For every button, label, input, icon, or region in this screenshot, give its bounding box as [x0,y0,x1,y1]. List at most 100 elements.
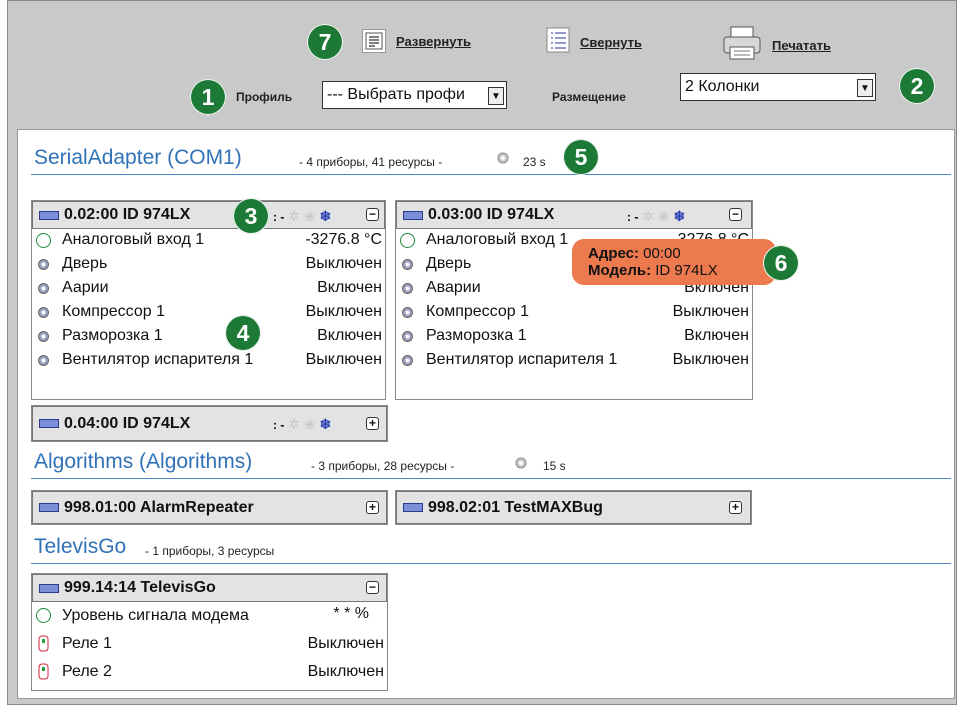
expand-button[interactable]: + [366,501,379,514]
resource-row[interactable]: Уровень сигнала модема * * % [32,602,387,630]
gear-icon [400,353,415,368]
fan-icon: ❀ [303,416,316,432]
sun-icon: ✲ [642,208,654,224]
resource-row[interactable]: Компрессор 1 Выключен [396,301,752,325]
device-card: 998.02:01 TestMAXBug + [395,490,752,525]
section-meta: - 1 приборы, 3 ресурсы [145,544,275,558]
resource-value: Включен [684,327,749,344]
resource-row[interactable]: Разморозка 1 Включен [32,325,385,349]
expand-action[interactable]: Развернуть [362,29,471,53]
print-link[interactable]: Печатать [772,38,831,53]
resource-name: Аварии [426,279,481,296]
device-icon [403,503,423,512]
resource-name: Разморозка 1 [426,327,527,344]
gear-icon [513,455,529,476]
device-card-header[interactable]: 0.04:00 ID 974LX : - ✲ ❀ ❄ + [32,406,387,441]
section-title[interactable]: Algorithms (Algorithms) [34,450,252,474]
app-frame: 7 Развернуть Свернуть Печатать 1 Профиль… [7,0,957,705]
gear-icon [36,329,51,344]
device-card-header[interactable]: 998.02:01 TestMAXBug + [396,491,751,524]
gear-icon [36,305,51,320]
device-name: 999.14:14 TelevisGo [64,579,216,596]
resource-row[interactable]: Разморозка 1 Включен [396,325,752,349]
device-card-header[interactable]: 0.03:00 ID 974LX : - ✲ ❀ ❄ − [396,201,752,229]
chevron-down-icon: ▼ [488,87,504,105]
resource-name: Аарии [62,279,109,296]
chevron-down-icon: ▼ [857,79,873,97]
snowflake-icon: ❄ [319,416,332,432]
print-action[interactable]: Печатать [722,25,831,66]
collapse-button[interactable]: − [366,581,379,594]
resource-row[interactable]: Вентилятор испарителя 1 Выключен [32,349,385,373]
resource-row[interactable]: Реле 2 Выключен [32,658,387,686]
fan-icon: ❀ [303,208,316,224]
collapse-button[interactable]: − [366,208,379,221]
sun-icon: ✲ [288,208,300,224]
layout-select[interactable]: 2 Колонки ▼ [680,73,876,101]
callout-badge-1: 1 [190,79,226,115]
relay-icon [36,663,51,680]
resource-name: Аналоговый вход 1 [426,231,569,248]
resource-value: Выключен [307,635,384,652]
resource-name: Реле 2 [62,663,112,680]
resource-row[interactable]: Дверь Выключен [32,253,385,277]
collapse-link[interactable]: Свернуть [580,35,642,50]
resource-row[interactable]: Реле 1 Выключен [32,630,387,658]
resource-row[interactable]: Компрессор 1 Выключен [32,301,385,325]
sun-icon: ✲ [288,416,300,432]
resource-value: -3276.8 °C [305,231,382,248]
resource-row[interactable]: Аарии Включен [32,277,385,301]
resource-value: Выключен [305,351,382,368]
expand-button[interactable]: + [366,417,379,430]
profile-select[interactable]: --- Выбрать профи ▼ [322,81,507,109]
device-card: 0.04:00 ID 974LX : - ✲ ❀ ❄ + [31,405,388,442]
profile-label: Профиль [236,90,293,104]
section-time: 15 s [543,459,566,473]
resource-name: Разморозка 1 [62,327,163,344]
status-icons: : - ✲ ❀ ❄ [273,208,331,225]
collapse-button[interactable]: − [729,208,742,221]
expand-button[interactable]: + [729,501,742,514]
device-icon [39,503,59,512]
expand-icon [362,29,386,53]
device-name: 0.03:00 ID 974LX [428,206,555,223]
section-serialadapter: SerialAdapter (COM1) - 4 приборы, 41 рес… [31,139,951,175]
gear-icon [400,305,415,320]
gear-icon [400,329,415,344]
device-card-header[interactable]: 0.02:00 ID 974LX : - ✲ ❀ ❄ − [32,201,385,229]
gear-icon [400,257,415,272]
layout-select-value: 2 Колонки [685,78,760,95]
resource-name: Вентилятор испарителя 1 [62,351,254,368]
resource-name: Компрессор 1 [426,303,529,320]
resource-value: Выключен [672,351,749,368]
device-card: 999.14:14 TelevisGo − Уровень сигнала мо… [31,573,388,691]
resource-value: Выключен [672,303,749,320]
resource-name: Дверь [426,255,472,272]
clock-icon [36,233,51,248]
resource-value: Выключен [307,663,384,680]
device-card: 998.01:00 AlarmRepeater + [31,490,388,525]
resource-name: Реле 1 [62,635,112,652]
section-title[interactable]: TelevisGo [34,535,126,559]
resource-name: Компрессор 1 [62,303,165,320]
resource-name: Дверь [62,255,108,272]
tooltip-model-value: ID 974LX [655,262,718,279]
section-algorithms: Algorithms (Algorithms) - 3 приборы, 28 … [31,450,951,479]
gear-icon [36,353,51,368]
collapse-action[interactable]: Свернуть [546,27,642,58]
device-card-header[interactable]: 999.14:14 TelevisGo − [32,574,387,602]
tooltip-address-value: 00:00 [643,245,681,262]
relay-icon [36,635,51,652]
expand-link[interactable]: Развернуть [396,34,471,49]
device-icon [39,419,59,428]
device-card-header[interactable]: 998.01:00 AlarmRepeater + [32,491,387,524]
device-icon [403,211,423,220]
status-icons: : - ✲ ❀ ❄ [627,208,685,225]
snowflake-icon: ❄ [319,208,332,224]
section-title[interactable]: SerialAdapter (COM1) [34,146,242,170]
dash-icon: : - [273,418,285,432]
resource-row[interactable]: Аналоговый вход 1 -3276.8 °C [32,229,385,253]
section-meta: - 4 приборы, 41 ресурсы - [299,155,443,169]
toolbar: 7 Развернуть Свернуть Печатать 1 Профиль… [8,1,956,127]
resource-row[interactable]: Вентилятор испарителя 1 Выключен [396,349,752,373]
